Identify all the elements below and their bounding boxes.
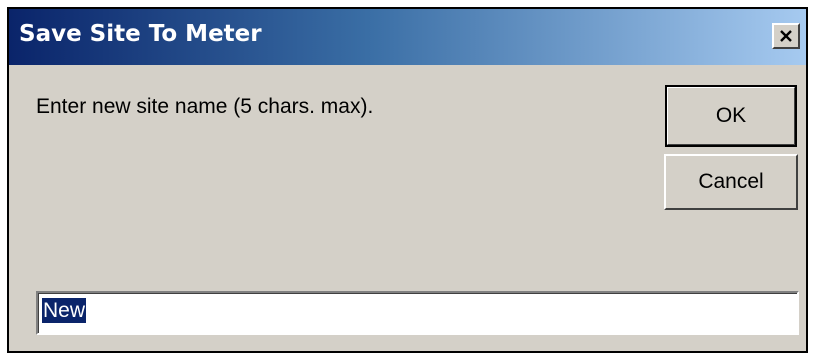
title-bar[interactable]: Save Site To Meter	[9, 9, 806, 65]
close-button[interactable]	[772, 23, 800, 49]
site-name-value: New	[42, 298, 87, 323]
close-x-icon	[780, 30, 792, 42]
dialog-title: Save Site To Meter	[19, 21, 262, 47]
site-name-input[interactable]: New	[36, 291, 799, 335]
ok-button[interactable]: OK	[665, 85, 797, 147]
save-site-dialog: Save Site To Meter Enter new site name (…	[7, 7, 808, 353]
prompt-label: Enter new site name (5 chars. max).	[36, 95, 374, 118]
cancel-button[interactable]: Cancel	[664, 154, 798, 210]
